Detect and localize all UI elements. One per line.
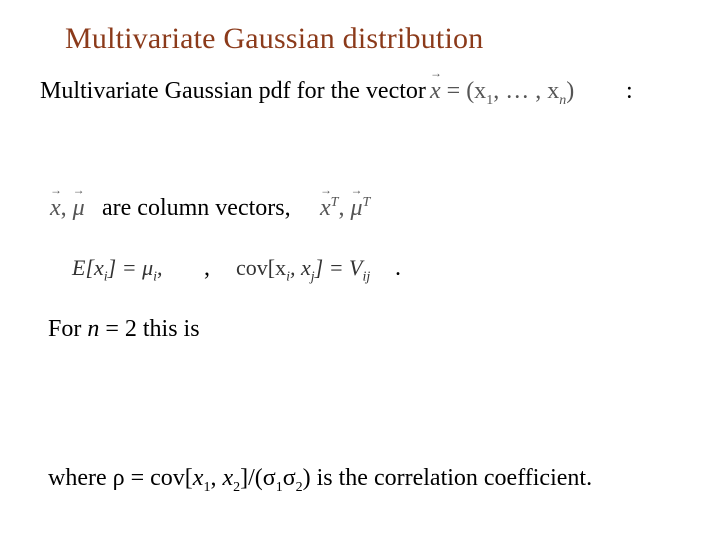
sup-T2: T — [363, 195, 371, 210]
l5h: 1 — [276, 480, 283, 495]
line4a: For — [48, 316, 87, 342]
sep2: , — [338, 195, 350, 221]
vec-x-arrow: x — [430, 78, 441, 105]
l5b: x — [193, 465, 204, 491]
l5j: 2 — [296, 480, 303, 495]
eq1e: , — [157, 255, 163, 280]
vec-def-close: ) — [566, 78, 574, 104]
l5k: ) is the correlation coefficient. — [303, 465, 592, 491]
comma: , — [204, 255, 210, 282]
l5d: , — [210, 465, 222, 491]
pdf-intro-text: Multivariate Gaussian pdf for the vector — [40, 78, 426, 105]
eq2c: , x — [290, 255, 311, 280]
l5e: x — [222, 465, 233, 491]
for-n-equals-2: For n = 2 this is — [48, 316, 200, 343]
column-vectors-text: are column vectors, — [102, 195, 291, 222]
vec-mu: μ — [73, 195, 85, 222]
column-vectors-left: x, μ — [50, 195, 85, 222]
vec-def-eq: = (x — [441, 78, 487, 104]
vector-definition: x = (x1, … , xn) — [430, 78, 574, 109]
l5a: where ρ = cov[ — [48, 465, 193, 491]
vec-muT: μ — [350, 195, 362, 222]
vec-xT: x — [320, 195, 331, 222]
period: . — [395, 255, 401, 282]
l5g: ]/(σ — [240, 465, 276, 491]
line4b: n — [87, 316, 99, 342]
vec-x: x — [50, 195, 61, 222]
slide-title: Multivariate Gaussian distribution — [65, 22, 483, 56]
colon: : — [626, 78, 633, 105]
eq2e: ] = V — [315, 255, 363, 280]
l5i: σ — [283, 465, 296, 491]
covariance-eq: cov[xi, xj] = Vij — [236, 255, 370, 285]
slide: Multivariate Gaussian distribution Multi… — [0, 0, 720, 540]
eq1a: E[x — [72, 255, 104, 280]
correlation-coefficient-line: where ρ = cov[x1, x2]/(σ1σ2) is the corr… — [48, 465, 592, 496]
vec-def-mid: , … , x — [493, 78, 559, 104]
eq2a: cov[x — [236, 255, 286, 280]
row-vectors-right: xT, μT — [320, 195, 370, 222]
eq2f: ij — [363, 269, 371, 284]
sep: , — [61, 195, 73, 221]
eq1c: ] = μ — [108, 255, 153, 280]
expectation-eq: E[xi] = μi, — [72, 255, 163, 285]
line4c: = 2 this is — [99, 316, 199, 342]
